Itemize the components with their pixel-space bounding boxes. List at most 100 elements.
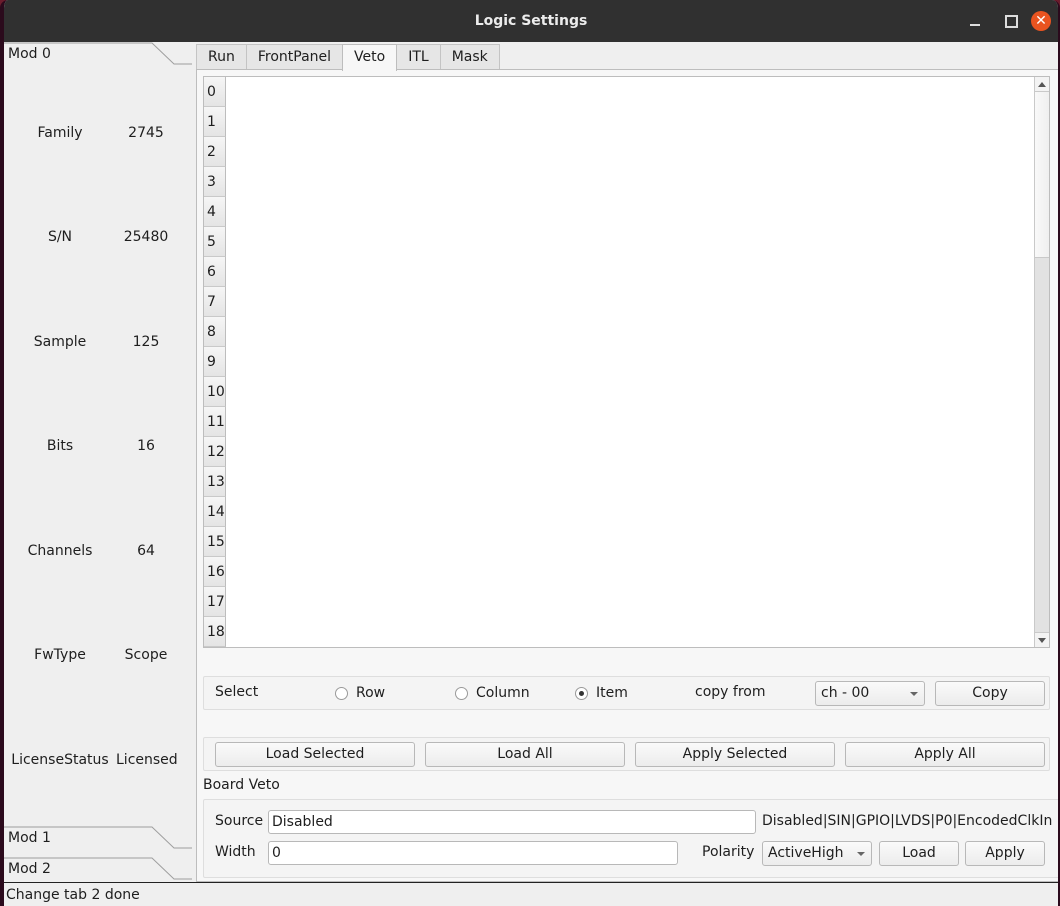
radio-label: Item: [596, 685, 628, 701]
table-row-header[interactable]: 9: [204, 347, 226, 377]
radio-circle: [335, 686, 348, 700]
table-row-header[interactable]: 18: [204, 617, 226, 647]
radio-label: Row: [356, 685, 386, 701]
select-group: Select Row Column Item copy from ch - 00…: [203, 676, 1050, 710]
table-row-header[interactable]: 17: [204, 587, 226, 617]
info-value: Scope: [124, 647, 168, 663]
info-key: Bits: [46, 438, 74, 454]
maximize-button[interactable]: [1001, 11, 1021, 31]
board-veto-title: Board Veto: [203, 777, 280, 793]
info-row-sn: S/N 25480: [4, 229, 192, 245]
toolbox-section-label: Mod 1: [8, 830, 51, 846]
radio-column[interactable]: Column: [455, 685, 530, 701]
window-title: Logic Settings: [474, 13, 588, 29]
select-label: Select: [215, 684, 259, 700]
board-veto-load-button[interactable]: Load: [879, 841, 959, 866]
toolbox-section-mod-0[interactable]: Mod 0: [4, 42, 192, 66]
toolbox-section-mod-2[interactable]: Mod 2: [4, 857, 192, 881]
veto-table[interactable]: 0 1 2 3 4 5 6 7 8 9 10 11 12 13 14 15 16 17 18: [203, 76, 1050, 648]
info-value: 2745: [128, 125, 164, 141]
info-row-bits: Bits 16: [4, 438, 192, 454]
toolbox-section-mod-1[interactable]: Mod 1: [4, 826, 192, 850]
info-value: 64: [137, 543, 155, 559]
polarity-label: Polarity: [702, 844, 755, 860]
radio-label: Column: [476, 685, 530, 701]
table-row-header[interactable]: 0: [204, 77, 226, 107]
copy-button[interactable]: Copy: [935, 681, 1045, 706]
scroll-up-arrow-icon[interactable]: [1035, 77, 1049, 92]
load-selected-button[interactable]: Load Selected: [215, 742, 415, 767]
close-icon: ✕: [1035, 13, 1047, 29]
status-bar: Change tab 2 done: [4, 882, 1058, 906]
table-row-header[interactable]: 14: [204, 497, 226, 527]
chevron-down-icon: [857, 852, 865, 856]
info-row-sample: Sample 125: [4, 334, 192, 350]
toolbox-section-label: Mod 2: [8, 861, 51, 877]
table-row-header[interactable]: 11: [204, 407, 226, 437]
info-row-channels: Channels 64: [4, 543, 192, 559]
board-veto-apply-button[interactable]: Apply: [965, 841, 1045, 866]
table-row-header[interactable]: 1: [204, 107, 226, 137]
scrollbar-thumb[interactable]: [1035, 92, 1049, 258]
action-group: Load Selected Load All Apply Selected Ap…: [203, 737, 1050, 771]
module-toolbox: Mod 0 Family 2745 S/N 25480 Sample 125 B…: [4, 42, 192, 882]
info-key: Family: [37, 125, 83, 141]
table-row-header[interactable]: 10: [204, 377, 226, 407]
status-message: Change tab 2 done: [6, 887, 140, 903]
minimize-button[interactable]: [965, 11, 985, 31]
radio-item[interactable]: Item: [575, 685, 628, 701]
tab-veto[interactable]: Veto: [342, 44, 398, 71]
source-label: Source: [215, 813, 264, 829]
table-row-header[interactable]: 13: [204, 467, 226, 497]
info-key: FwType: [34, 647, 86, 663]
table-row-header[interactable]: 7: [204, 287, 226, 317]
table-row-header[interactable]: 8: [204, 317, 226, 347]
apply-selected-button[interactable]: Apply Selected: [635, 742, 835, 767]
table-row-header[interactable]: 5: [204, 227, 226, 257]
copy-from-select[interactable]: ch - 00: [815, 681, 925, 706]
table-row-header[interactable]: 12: [204, 437, 226, 467]
close-button[interactable]: ✕: [1031, 11, 1051, 31]
radio-circle-checked: [575, 686, 588, 700]
table-row-header[interactable]: 6: [204, 257, 226, 287]
board-veto-group: Source Disabled Disabled|SIN|GPIO|LVDS|P…: [203, 799, 1058, 878]
table-row-header[interactable]: 4: [204, 197, 226, 227]
toolbox-section-label: Mod 0: [8, 46, 51, 62]
info-row-fwtype: FwType Scope: [4, 647, 192, 663]
tab-mask[interactable]: Mask: [439, 44, 500, 70]
info-value: 125: [132, 334, 160, 350]
tab-itl[interactable]: ITL: [396, 44, 441, 70]
polarity-value: ActiveHigh: [768, 845, 844, 861]
table-vertical-scrollbar[interactable]: [1034, 77, 1049, 647]
table-row-header[interactable]: 16: [204, 557, 226, 587]
settings-tabs: Run FrontPanel Veto ITL Mask: [196, 44, 500, 71]
load-all-button[interactable]: Load All: [425, 742, 625, 767]
scrollbar-trough[interactable]: [1035, 258, 1049, 633]
polarity-select[interactable]: ActiveHigh: [762, 841, 872, 866]
tab-run[interactable]: Run: [196, 44, 247, 70]
chevron-down-icon: [910, 692, 918, 696]
tab-frontpanel[interactable]: FrontPanel: [245, 44, 344, 70]
table-row-header[interactable]: 2: [204, 137, 226, 167]
veto-panel: 0 1 2 3 4 5 6 7 8 9 10 11 12 13 14 15 16 17 18 Select Row …: [196, 69, 1058, 882]
copy-from-label: copy from: [695, 684, 766, 700]
info-key: Channels: [27, 543, 93, 559]
copy-from-value: ch - 00: [821, 685, 870, 701]
table-row-header[interactable]: 3: [204, 167, 226, 197]
info-key: LicenseStatus: [11, 752, 109, 768]
table-row-header[interactable]: 15: [204, 527, 226, 557]
source-input[interactable]: Disabled: [268, 810, 756, 834]
apply-all-button[interactable]: Apply All: [845, 742, 1045, 767]
radio-row[interactable]: Row: [335, 685, 385, 701]
scroll-down-arrow-icon[interactable]: [1035, 632, 1049, 647]
source-hint: Disabled|SIN|GPIO|LVDS|P0|EncodedClkIn: [762, 813, 1053, 829]
title-bar: Logic Settings ✕: [4, 0, 1058, 42]
info-key: Sample: [33, 334, 87, 350]
width-input[interactable]: 0: [268, 841, 678, 865]
info-key: S/N: [47, 229, 73, 245]
info-row-family: Family 2745: [4, 125, 192, 141]
width-label: Width: [215, 844, 256, 860]
logic-settings-window: Logic Settings ✕ Mod 0 Family 2745 S/N 2…: [0, 0, 1060, 906]
info-value: 25480: [123, 229, 169, 245]
info-value: 16: [137, 438, 155, 454]
